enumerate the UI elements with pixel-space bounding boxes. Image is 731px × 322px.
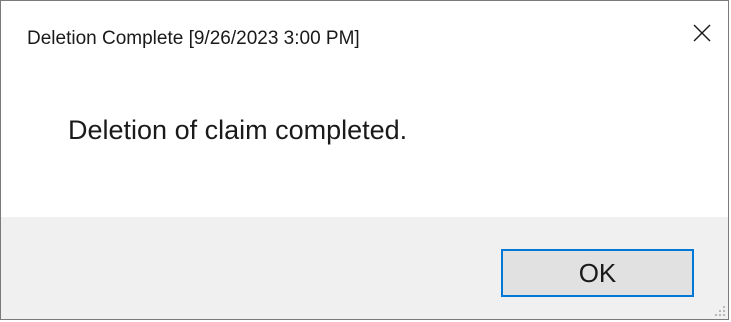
close-icon [693, 24, 711, 42]
message-dialog: Deletion Complete [9/26/2023 3:00 PM] De… [0, 0, 729, 320]
message-text: Deletion of claim completed. [68, 115, 408, 145]
ok-button[interactable]: OK [501, 249, 694, 297]
window-title: Deletion Complete [9/26/2023 3:00 PM] [27, 28, 360, 49]
button-bar: OK [1, 217, 728, 319]
dialog-content: Deletion of claim completed. [1, 65, 728, 217]
ok-button-label: OK [578, 257, 617, 288]
size-grip-icon[interactable] [714, 305, 726, 317]
close-button[interactable] [676, 9, 728, 57]
title-bar[interactable]: Deletion Complete [9/26/2023 3:00 PM] [1, 1, 728, 65]
